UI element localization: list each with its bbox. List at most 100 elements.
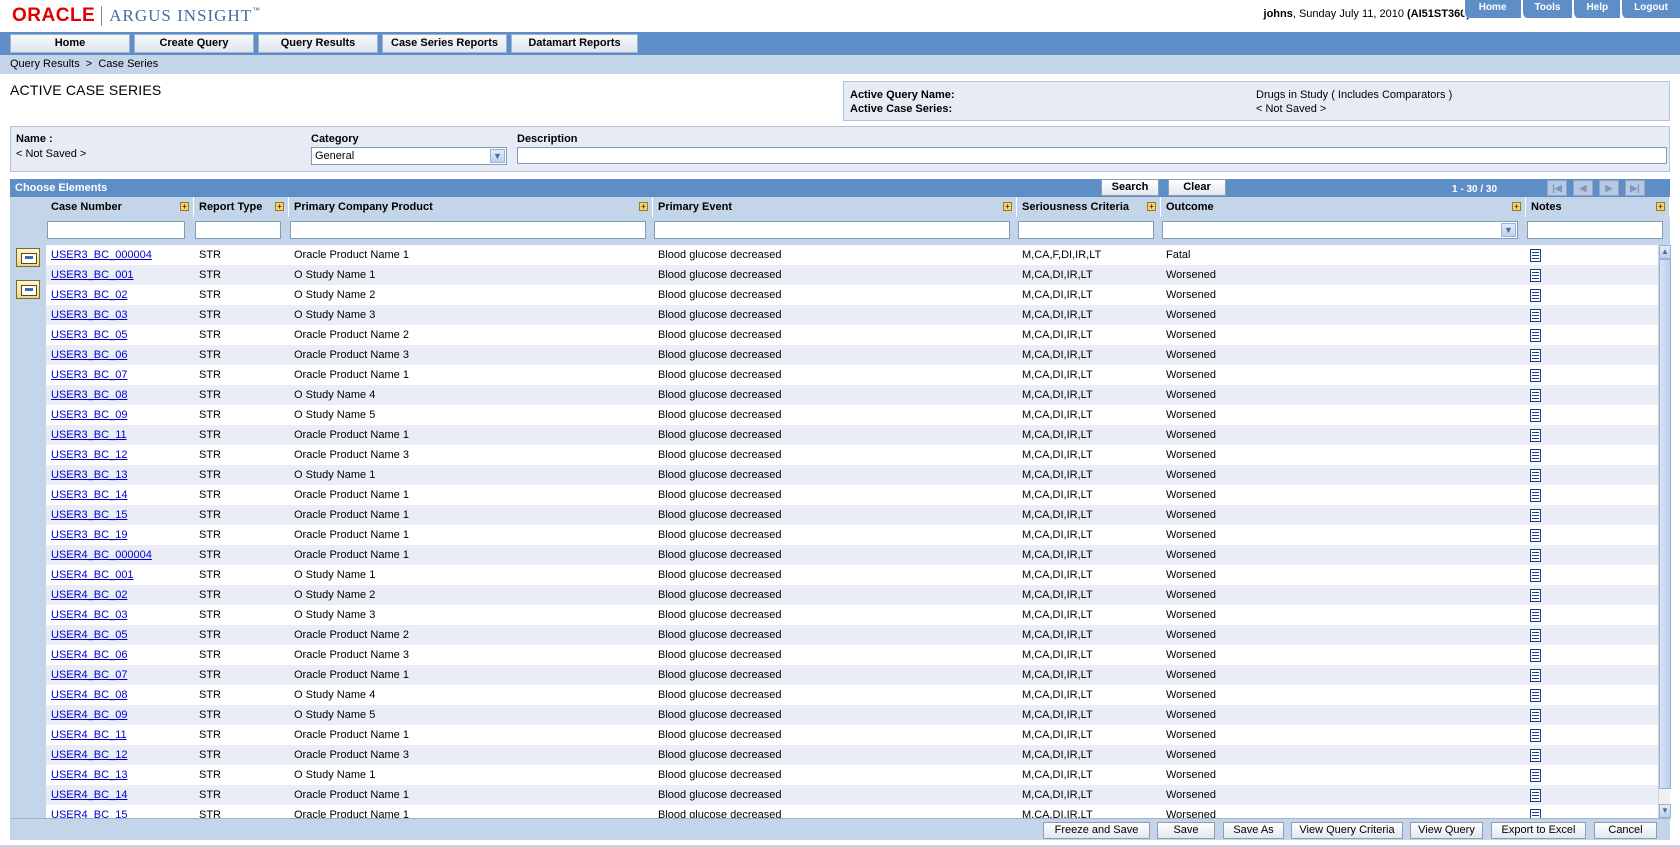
table-row[interactable]: USER4_BC_001 STR O Study Name 1 Blood gluco… <box>46 565 1658 585</box>
column-header-report-type[interactable]: Report Type + <box>194 197 289 217</box>
cell-case-number[interactable]: USER4_BC_12 <box>51 745 186 765</box>
case-number-link[interactable]: USER3_BC_14 <box>51 489 127 501</box>
case-number-link[interactable]: USER3_BC_09 <box>51 409 127 421</box>
table-row[interactable]: USER4_BC_05 STR Oracle Product Name 2 Blood… <box>46 625 1658 645</box>
save-button[interactable]: Save <box>1157 822 1215 839</box>
notes-icon[interactable] <box>1530 749 1541 762</box>
cell-case-number[interactable]: USER3_BC_11 <box>51 425 186 445</box>
case-number-link[interactable]: USER4_BC_15 <box>51 809 127 818</box>
table-row[interactable]: USER3_BC_11 STR Oracle Product Name 1 Blood… <box>46 425 1658 445</box>
cell-case-number[interactable]: USER3_BC_15 <box>51 505 186 525</box>
case-number-link[interactable]: USER3_BC_12 <box>51 449 127 461</box>
table-row[interactable]: USER3_BC_19 STR Oracle Product Name 1 Blood… <box>46 525 1658 545</box>
case-number-link[interactable]: USER3_BC_07 <box>51 369 127 381</box>
view-query-criteria-button[interactable]: View Query Criteria <box>1291 822 1403 839</box>
notes-icon[interactable] <box>1530 269 1541 282</box>
case-number-link[interactable]: USER4_BC_09 <box>51 709 127 721</box>
notes-icon[interactable] <box>1530 289 1541 302</box>
sort-icon[interactable]: + <box>180 202 189 211</box>
column-header-notes[interactable]: Notes + <box>1526 197 1670 217</box>
nav-tab-create-query[interactable]: Create Query <box>134 34 254 53</box>
notes-icon[interactable] <box>1530 489 1541 502</box>
notes-icon[interactable] <box>1530 529 1541 542</box>
table-row[interactable]: USER4_BC_06 STR Oracle Product Name 3 Blood… <box>46 645 1658 665</box>
case-number-link[interactable]: USER4_BC_07 <box>51 669 127 681</box>
prev-page-icon[interactable]: ◀ <box>1573 180 1593 196</box>
notes-icon[interactable] <box>1530 349 1541 362</box>
table-row[interactable]: USER4_BC_15 STR Oracle Product Name 1 Blood… <box>46 805 1658 818</box>
notes-icon[interactable] <box>1530 509 1541 522</box>
case-number-link[interactable]: USER4_BC_06 <box>51 649 127 661</box>
scroll-up-icon[interactable]: ▲ <box>1659 245 1671 259</box>
save-as-button[interactable]: Save As <box>1223 822 1284 839</box>
case-number-link[interactable]: USER4_BC_13 <box>51 769 127 781</box>
scroll-down-icon[interactable]: ▼ <box>1659 804 1671 818</box>
notes-icon[interactable] <box>1530 729 1541 742</box>
cell-case-number[interactable]: USER3_BC_05 <box>51 325 186 345</box>
clear-button[interactable]: Clear <box>1168 179 1226 196</box>
filter-event-input[interactable] <box>654 221 1010 239</box>
column-header-seriousness-criteria[interactable]: Seriousness Criteria + <box>1017 197 1161 217</box>
filter-case-number-input[interactable] <box>47 221 185 239</box>
cell-case-number[interactable]: USER4_BC_11 <box>51 725 186 745</box>
cell-case-number[interactable]: USER4_BC_03 <box>51 605 186 625</box>
sort-icon[interactable]: + <box>639 202 648 211</box>
export-to-excel-button[interactable]: Export to Excel <box>1491 822 1586 839</box>
case-number-link[interactable]: USER3_BC_06 <box>51 349 127 361</box>
cell-case-number[interactable]: USER3_BC_09 <box>51 405 186 425</box>
nav-tab-datamart-reports[interactable]: Datamart Reports <box>511 34 638 53</box>
case-number-link[interactable]: USER3_BC_03 <box>51 309 127 321</box>
case-number-link[interactable]: USER3_BC_001 <box>51 269 134 281</box>
table-row[interactable]: USER3_BC_06 STR Oracle Product Name 3 Blood… <box>46 345 1658 365</box>
column-header-outcome[interactable]: Outcome + <box>1161 197 1526 217</box>
add-to-series-icon[interactable] <box>16 248 40 267</box>
case-number-link[interactable]: USER3_BC_19 <box>51 529 127 541</box>
top-link-help[interactable]: Help <box>1572 0 1621 18</box>
column-header-primary-company-product[interactable]: Primary Company Product + <box>289 197 653 217</box>
top-link-tools[interactable]: Tools <box>1520 0 1573 18</box>
chevron-down-icon[interactable]: ▼ <box>1501 223 1516 237</box>
cell-case-number[interactable]: USER4_BC_001 <box>51 565 186 585</box>
cell-case-number[interactable]: USER4_BC_08 <box>51 685 186 705</box>
notes-icon[interactable] <box>1530 649 1541 662</box>
sort-icon[interactable]: + <box>275 202 284 211</box>
next-page-icon[interactable]: ▶ <box>1599 180 1619 196</box>
case-number-link[interactable]: USER4_BC_14 <box>51 789 127 801</box>
top-link-logout[interactable]: Logout <box>1620 0 1680 18</box>
last-page-icon[interactable]: ▶| <box>1625 180 1645 196</box>
filter-product-input[interactable] <box>290 221 646 239</box>
chevron-down-icon[interactable]: ▼ <box>490 149 505 163</box>
case-number-link[interactable]: USER4_BC_03 <box>51 609 127 621</box>
sort-icon[interactable]: + <box>1003 202 1012 211</box>
table-row[interactable]: USER4_BC_09 STR O Study Name 5 Blood glucos… <box>46 705 1658 725</box>
top-link-home[interactable]: Home <box>1462 0 1521 18</box>
cell-case-number[interactable]: USER3_BC_19 <box>51 525 186 545</box>
filter-outcome-select[interactable]: ▼ <box>1162 221 1518 239</box>
scroll-thumb[interactable] <box>1659 259 1671 789</box>
cell-case-number[interactable]: USER3_BC_06 <box>51 345 186 365</box>
notes-icon[interactable] <box>1530 409 1541 422</box>
table-row[interactable]: USER3_BC_15 STR Oracle Product Name 1 Blood… <box>46 505 1658 525</box>
notes-icon[interactable] <box>1530 629 1541 642</box>
table-row[interactable]: USER3_BC_09 STR O Study Name 5 Blood glucos… <box>46 405 1658 425</box>
notes-icon[interactable] <box>1530 389 1541 402</box>
table-row[interactable]: USER4_BC_12 STR Oracle Product Name 3 Blood… <box>46 745 1658 765</box>
notes-icon[interactable] <box>1530 769 1541 782</box>
table-row[interactable]: USER3_BC_001 STR O Study Name 1 Blood gluco… <box>46 265 1658 285</box>
filter-seriousness-input[interactable] <box>1018 221 1154 239</box>
case-number-link[interactable]: USER3_BC_11 <box>51 429 127 441</box>
table-row[interactable]: USER3_BC_03 STR O Study Name 3 Blood glucos… <box>46 305 1658 325</box>
table-row[interactable]: USER3_BC_13 STR O Study Name 1 Blood glucos… <box>46 465 1658 485</box>
case-number-link[interactable]: USER3_BC_02 <box>51 289 127 301</box>
table-row[interactable]: USER3_BC_14 STR Oracle Product Name 1 Blood… <box>46 485 1658 505</box>
first-page-icon[interactable]: |◀ <box>1547 180 1567 196</box>
notes-icon[interactable] <box>1530 309 1541 322</box>
notes-icon[interactable] <box>1530 609 1541 622</box>
cancel-button[interactable]: Cancel <box>1594 822 1657 839</box>
cell-case-number[interactable]: USER4_BC_05 <box>51 625 186 645</box>
cell-case-number[interactable]: USER4_BC_06 <box>51 645 186 665</box>
sort-icon[interactable]: + <box>1147 202 1156 211</box>
column-header-primary-event[interactable]: Primary Event + <box>653 197 1017 217</box>
case-number-link[interactable]: USER4_BC_12 <box>51 749 127 761</box>
case-number-link[interactable]: USER4_BC_08 <box>51 689 127 701</box>
